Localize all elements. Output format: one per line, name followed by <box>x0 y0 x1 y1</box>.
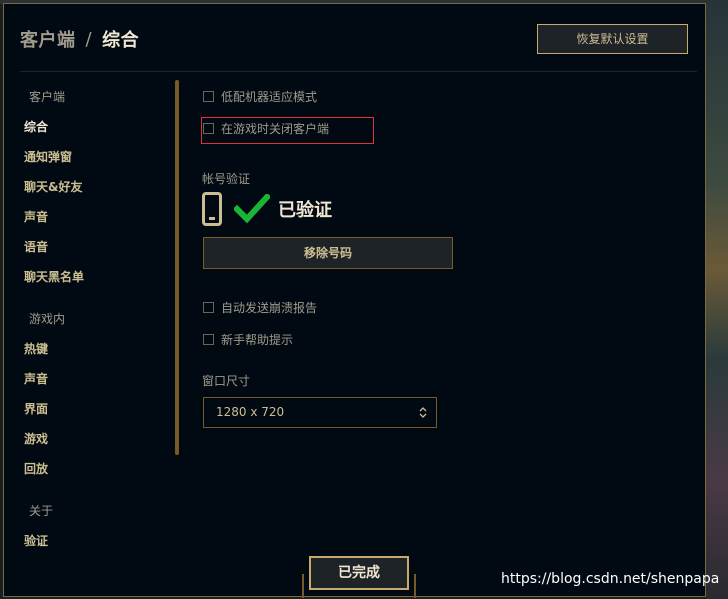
phone-icon <box>202 192 222 226</box>
breadcrumb: 客户端 / 综合 <box>20 26 139 52</box>
low-spec-mode-label: 低配机器适应模式 <box>221 90 318 104</box>
restore-defaults-button[interactable]: 恢复默认设置 <box>537 24 688 54</box>
breadcrumb-parent[interactable]: 客户端 <box>20 26 76 52</box>
header-divider <box>20 71 697 72</box>
page-title: 综合 <box>102 30 140 51</box>
auto-send-crash-label: 自动发送崩溃报告 <box>221 301 318 315</box>
nav-item-ingame-sound[interactable]: 声音 <box>24 364 174 394</box>
account-verification-heading: 帐号验证 <box>202 172 251 186</box>
watermark: https://blog.csdn.net/shenpapa <box>501 571 720 587</box>
low-spec-mode-checkbox[interactable] <box>203 91 214 102</box>
verification-status: 已验证 <box>202 192 332 226</box>
background-art <box>706 0 728 599</box>
newbie-tips-label: 新手帮助提示 <box>221 333 294 347</box>
nav-gap <box>24 292 174 304</box>
low-spec-mode-option[interactable]: 低配机器适应模式 <box>203 88 317 105</box>
done-button[interactable]: 已完成 <box>309 556 409 590</box>
window-size-select[interactable]: 1280 x 720 <box>203 397 437 428</box>
nav-scrollbar[interactable] <box>175 80 179 455</box>
nav-section-about: 关于 <box>29 504 54 518</box>
nav-item-chat-friends[interactable]: 聊天&好友 <box>24 172 174 202</box>
verified-status-text: 已验证 <box>278 200 332 221</box>
settings-dialog: 客户端 / 综合 恢复默认设置 客户端 综合 通知弹窗 聊天&好友 声音 语音 … <box>3 3 706 598</box>
highlight-box <box>201 117 374 144</box>
nav-item-verification[interactable]: 验证 <box>24 526 174 556</box>
nav-item-chat-blocklist[interactable]: 聊天黑名单 <box>24 262 174 292</box>
nav-item-game[interactable]: 游戏 <box>24 424 174 454</box>
nav-section-ingame: 游戏内 <box>29 312 66 326</box>
nav-item-interface[interactable]: 界面 <box>24 394 174 424</box>
nav-item-notifications[interactable]: 通知弹窗 <box>24 142 174 172</box>
nav-section-client: 客户端 <box>29 90 66 104</box>
nav-item-voice[interactable]: 语音 <box>24 232 174 262</box>
auto-send-crash-checkbox[interactable] <box>203 302 214 313</box>
newbie-tips-checkbox[interactable] <box>203 334 214 345</box>
check-icon <box>234 194 270 224</box>
nav-gap <box>24 484 174 496</box>
settings-nav: 客户端 综合 通知弹窗 聊天&好友 声音 语音 聊天黑名单 游戏内 热键 声音 … <box>24 82 174 556</box>
newbie-tips-option[interactable]: 新手帮助提示 <box>203 331 293 348</box>
chevron-updown-icon <box>419 407 427 418</box>
remove-number-button[interactable]: 移除号码 <box>203 237 453 269</box>
nav-item-sound[interactable]: 声音 <box>24 202 174 232</box>
nav-item-hotkeys[interactable]: 热键 <box>24 334 174 364</box>
nav-item-general[interactable]: 综合 <box>24 112 174 142</box>
breadcrumb-separator: / <box>85 28 93 50</box>
auto-send-crash-option[interactable]: 自动发送崩溃报告 <box>203 299 317 316</box>
nav-item-replays[interactable]: 回放 <box>24 454 174 484</box>
window-size-heading: 窗口尺寸 <box>202 374 251 388</box>
window-size-value: 1280 x 720 <box>216 405 285 419</box>
